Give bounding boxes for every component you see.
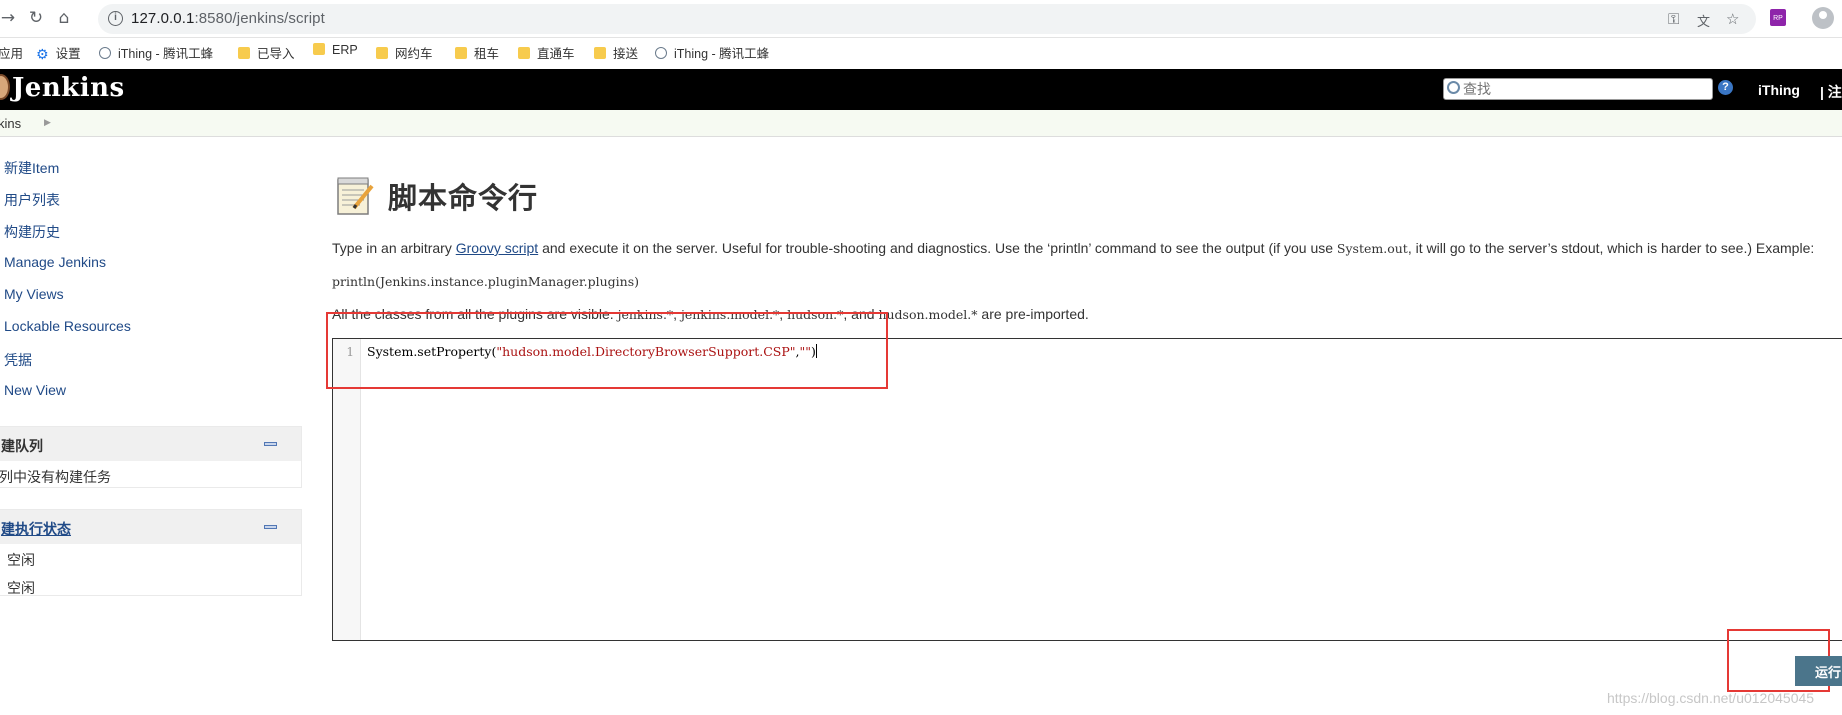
- executor-row: 空闲: [7, 552, 35, 568]
- breadcrumb-arrow-icon[interactable]: ▶: [44, 117, 51, 128]
- desc-text: and execute it on the server. Useful for…: [538, 240, 1337, 256]
- bookmark-ithing[interactable]: iThing - 腾讯工蜂: [99, 43, 213, 62]
- build-queue-pane: 建队列 列中没有构建任务: [0, 426, 302, 488]
- home-icon[interactable]: ⌂: [54, 8, 74, 28]
- example-code: println(Jenkins.instance.pluginManager.p…: [332, 274, 640, 289]
- logout-link[interactable]: | 注: [1820, 82, 1842, 102]
- bookmark-ithing-2[interactable]: iThing - 腾讯工蜂: [655, 43, 769, 62]
- reload-icon[interactable]: ↻: [26, 8, 46, 28]
- jenkins-title[interactable]: Jenkins: [12, 73, 125, 103]
- folder-icon: [313, 43, 325, 55]
- url-host: 127.0.0.1: [131, 10, 195, 27]
- sidebar-item-credentials[interactable]: 凭据: [4, 350, 32, 370]
- bookmark-label: iThing - 腾讯工蜂: [118, 47, 214, 61]
- preimport-code: hudson.model.*: [878, 307, 978, 322]
- sidebar-item-manage-jenkins[interactable]: Manage Jenkins: [4, 254, 106, 270]
- bookmark-express[interactable]: 直通车: [518, 43, 575, 62]
- help-icon[interactable]: ?: [1718, 80, 1733, 95]
- search-input[interactable]: [1463, 80, 1703, 98]
- profile-avatar-icon[interactable]: [1812, 7, 1834, 29]
- search-box[interactable]: [1443, 78, 1713, 100]
- bookmark-pickup[interactable]: 接送: [594, 43, 638, 62]
- address-bar[interactable]: i 127.0.0.1:8580/jenkins/script ⚿ 文 ☆: [98, 4, 1756, 34]
- desc-text: , it will go to the server’s stdout, whi…: [1407, 240, 1815, 256]
- url-path: :8580/jenkins/script: [194, 10, 325, 27]
- folder-icon: [594, 47, 606, 59]
- user-link[interactable]: iThing: [1758, 82, 1800, 98]
- bookmark-label: 网约车: [395, 47, 433, 61]
- sidebar-item-build-history[interactable]: 构建历史: [4, 222, 60, 242]
- browser-toolbar: → ↻ ⌂ i 127.0.0.1:8580/jenkins/script ⚿ …: [0, 0, 1842, 38]
- bookmark-imported[interactable]: 已导入: [238, 43, 295, 62]
- folder-icon: [238, 47, 250, 59]
- desc-text: Type in an arbitrary: [332, 240, 456, 256]
- key-icon[interactable]: ⚿: [1668, 10, 1679, 28]
- executor-status-pane: 建执行状态 空闲 空闲: [0, 509, 302, 596]
- executor-status-title[interactable]: 建执行状态: [1, 519, 71, 539]
- bookmark-label: ERP: [332, 43, 358, 57]
- build-queue-header: 建队列: [0, 427, 301, 461]
- collapse-icon[interactable]: [264, 525, 277, 529]
- folder-icon: [518, 47, 530, 59]
- bookmark-label: 接送: [613, 47, 639, 61]
- star-icon[interactable]: ☆: [1726, 10, 1739, 28]
- folder-icon: [455, 47, 467, 59]
- page-title: 脚本命令行: [388, 183, 539, 215]
- sidebar-item-my-views[interactable]: My Views: [4, 286, 64, 302]
- forward-icon[interactable]: →: [0, 8, 18, 28]
- run-button[interactable]: 运行: [1795, 656, 1842, 686]
- bookmark-ride-hailing[interactable]: 网约车: [376, 43, 433, 62]
- sidebar-item-new-view[interactable]: New View: [4, 382, 66, 398]
- bookmark-label: 直通车: [537, 47, 575, 61]
- bookmark-erp[interactable]: ERP: [313, 43, 358, 57]
- bookmark-label: 应用: [0, 47, 24, 61]
- bookmark-label: iThing - 腾讯工蜂: [674, 47, 770, 61]
- groovy-script-link[interactable]: Groovy script: [456, 240, 538, 256]
- executor-row: 空闲: [7, 580, 35, 596]
- bookmarks-bar: 应用 ⚙ 设置 iThing - 腾讯工蜂 已导入 ERP 网约车 租车 直通车 …: [0, 38, 1842, 63]
- build-queue-empty: 列中没有构建任务: [0, 469, 111, 485]
- bookmark-apps[interactable]: 应用: [0, 43, 23, 62]
- bookmark-label: 租车: [474, 47, 500, 61]
- gear-icon: ⚙: [36, 47, 49, 63]
- bookmark-label: 已导入: [257, 47, 295, 61]
- extension-icon[interactable]: RP: [1770, 9, 1786, 26]
- breadcrumb-root[interactable]: kins: [0, 116, 21, 131]
- script-description: Type in an arbitrary Groovy script and e…: [332, 240, 1814, 256]
- collapse-icon[interactable]: [264, 442, 277, 446]
- bookmark-settings[interactable]: ⚙ 设置: [36, 43, 81, 63]
- jenkins-logo-icon[interactable]: [0, 74, 10, 100]
- url-text[interactable]: 127.0.0.1:8580/jenkins/script: [131, 10, 325, 27]
- executor-status-header: 建执行状态: [0, 510, 301, 544]
- preimport-text: are pre-imported.: [977, 306, 1089, 322]
- annotation-box-code: [326, 312, 888, 389]
- sidebar-item-lockable-resources[interactable]: Lockable Resources: [4, 318, 131, 334]
- globe-icon: [99, 47, 111, 59]
- sidebar-item-new-item[interactable]: 新建Item: [4, 158, 59, 178]
- search-icon: [1447, 81, 1460, 94]
- folder-icon: [376, 47, 388, 59]
- build-queue-title: 建队列: [1, 438, 43, 454]
- bookmark-car-rental[interactable]: 租车: [455, 43, 499, 62]
- jenkins-header: Jenkins ? iThing | 注: [0, 69, 1842, 110]
- bookmark-label: 设置: [55, 47, 81, 61]
- translate-icon[interactable]: 文: [1697, 11, 1710, 30]
- watermark: https://blog.csdn.net/u012045045: [1607, 690, 1815, 706]
- notepad-icon: [337, 177, 374, 215]
- desc-code: System.out: [1336, 241, 1408, 256]
- breadcrumb: kins ▶: [0, 110, 1842, 137]
- globe-icon: [655, 47, 667, 59]
- sidebar-item-people[interactable]: 用户列表: [4, 190, 60, 210]
- info-icon[interactable]: i: [108, 11, 123, 26]
